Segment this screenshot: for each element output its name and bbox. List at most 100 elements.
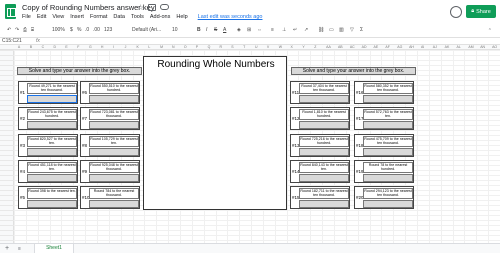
- font-select[interactable]: Default (Ari...: [132, 27, 161, 33]
- title-panel[interactable]: Rounding Whole Numbers: [143, 56, 287, 210]
- answer-cell[interactable]: [363, 174, 413, 182]
- borders-icon[interactable]: ⊞: [247, 27, 251, 33]
- strikethrough-button[interactable]: S: [214, 27, 217, 33]
- answer-cell[interactable]: [27, 174, 77, 182]
- move-folder-icon[interactable]: [148, 4, 156, 11]
- insert-link-icon[interactable]: ⛓: [318, 27, 324, 33]
- answer-cell[interactable]: [89, 148, 139, 156]
- row-divider: [0, 75, 14, 76]
- currency-button[interactable]: $: [70, 27, 73, 33]
- italic-button[interactable]: I: [206, 27, 207, 33]
- add-sheet-button[interactable]: +: [5, 245, 9, 252]
- insert-chart-icon[interactable]: ▥: [339, 27, 344, 33]
- answer-cell[interactable]: [27, 95, 77, 103]
- filter-icon[interactable]: ▽: [350, 27, 354, 33]
- document-title[interactable]: Copy of Rounding Numbers answer key: [22, 3, 155, 12]
- vertical-align-icon[interactable]: ⊥: [282, 27, 286, 33]
- percent-button[interactable]: %: [77, 27, 81, 33]
- text-color-button[interactable]: A: [223, 27, 226, 33]
- row-divider: [0, 165, 14, 166]
- cloud-status-icon[interactable]: [160, 4, 169, 10]
- grid-row-line: [14, 50, 500, 51]
- menu-item[interactable]: Format: [90, 14, 107, 20]
- menu-item[interactable]: Insert: [70, 14, 84, 20]
- answer-cell[interactable]: [299, 200, 349, 208]
- bold-button[interactable]: B: [197, 27, 201, 33]
- answer-cell[interactable]: [27, 148, 77, 156]
- toolbar: ↶ ↷ ⎙ ⌸ 100% $ % .0 .00 123 Default (Ari…: [0, 25, 500, 37]
- row-divider: [0, 95, 14, 96]
- row-divider: [0, 155, 14, 156]
- menu-item[interactable]: View: [52, 14, 64, 20]
- answer-cell[interactable]: [89, 121, 139, 129]
- row-header-bar: [0, 50, 14, 243]
- answer-cell[interactable]: [363, 121, 413, 129]
- menu-bar: File Edit View Insert Format Data Tools Add-ons…: [22, 14, 262, 20]
- problem-question: Round 294,123 to the nearest ten thousan…: [363, 188, 413, 199]
- row-divider: [0, 110, 14, 111]
- answer-cell[interactable]: [299, 95, 349, 103]
- print-icon[interactable]: ⎙: [23, 27, 27, 33]
- name-box[interactable]: C15:C21: [2, 38, 22, 45]
- redo-icon[interactable]: ↷: [15, 27, 19, 33]
- decrease-decimal-button[interactable]: .0: [85, 27, 89, 33]
- paint-format-icon[interactable]: ⌸: [31, 27, 34, 33]
- answer-cell[interactable]: [363, 148, 413, 156]
- row-divider: [0, 205, 14, 206]
- horizontal-align-icon[interactable]: ≡: [271, 27, 274, 33]
- share-button[interactable]: 🔒︎ Share: [466, 5, 496, 18]
- menu-item[interactable]: Edit: [37, 14, 46, 20]
- row-divider: [0, 65, 14, 66]
- answer-cell[interactable]: [89, 95, 139, 103]
- problem-card: #4 Round 451,118 to the nearest ten.: [18, 160, 78, 183]
- answer-cell[interactable]: [89, 174, 139, 182]
- answer-cell[interactable]: [27, 200, 77, 208]
- collapse-menus-icon[interactable]: ⌃: [488, 28, 492, 34]
- problem-question: Round 820,527 to the nearest ten.: [27, 136, 77, 147]
- problem-question: Round 925,048 to the nearest thousand.: [89, 162, 139, 173]
- grid-col-line: [476, 50, 478, 243]
- functions-icon[interactable]: Σ: [360, 27, 363, 33]
- star-icon[interactable]: ☆: [137, 3, 144, 12]
- text-rotation-icon[interactable]: ↗: [304, 27, 308, 33]
- tab-sheet1[interactable]: Sheet1: [34, 244, 74, 253]
- fill-color-icon[interactable]: ◈: [237, 27, 241, 33]
- menu-item[interactable]: File: [22, 14, 31, 20]
- all-sheets-button[interactable]: ≡: [18, 246, 21, 252]
- menu-item[interactable]: Add-ons: [150, 14, 171, 20]
- menu-item[interactable]: Tools: [131, 14, 144, 20]
- comments-icon[interactable]: [450, 6, 462, 18]
- answer-cell[interactable]: [363, 200, 413, 208]
- menu-item[interactable]: Data: [113, 14, 125, 20]
- row-divider: [0, 225, 14, 226]
- row-divider: [0, 60, 14, 61]
- increase-decimal-button[interactable]: .00: [93, 27, 100, 33]
- instruction-right: Solve and type your answer into the grey…: [291, 67, 416, 75]
- row-divider: [0, 105, 14, 106]
- menu-item[interactable]: Help: [176, 14, 187, 20]
- zoom-select[interactable]: 100%: [52, 27, 65, 33]
- sheets-logo-icon[interactable]: [5, 4, 16, 19]
- merge-cells-icon[interactable]: ⇔: [257, 27, 262, 33]
- answer-cell[interactable]: [363, 95, 413, 103]
- last-edit-link[interactable]: Last edit was seconds ago: [198, 14, 263, 20]
- row-divider: [0, 120, 14, 121]
- undo-icon[interactable]: ↶: [7, 27, 11, 33]
- grid-row-line: [14, 225, 500, 226]
- font-size-select[interactable]: 10: [172, 27, 178, 33]
- answer-cell[interactable]: [27, 121, 77, 129]
- text-wrap-icon[interactable]: ↵: [293, 27, 297, 33]
- formula-bar: C15:C21 fx: [0, 37, 500, 45]
- answer-cell[interactable]: [299, 121, 349, 129]
- row-divider: [0, 130, 14, 131]
- row-divider: [0, 170, 14, 171]
- problem-card: #1 Round 49,271 to the nearest ten thousa…: [18, 81, 78, 104]
- answer-cell[interactable]: [299, 174, 349, 182]
- problem-card: #11 Round 37,404 to the nearest ten thous…: [290, 81, 350, 104]
- answer-cell[interactable]: [89, 200, 139, 208]
- lock-icon: 🔒︎: [471, 8, 475, 14]
- answer-cell[interactable]: [299, 148, 349, 156]
- more-formats-button[interactable]: 123: [104, 27, 112, 33]
- problem-question: Round 840,143 to the nearest ten.: [299, 162, 349, 173]
- insert-comment-icon[interactable]: ▭: [329, 27, 334, 33]
